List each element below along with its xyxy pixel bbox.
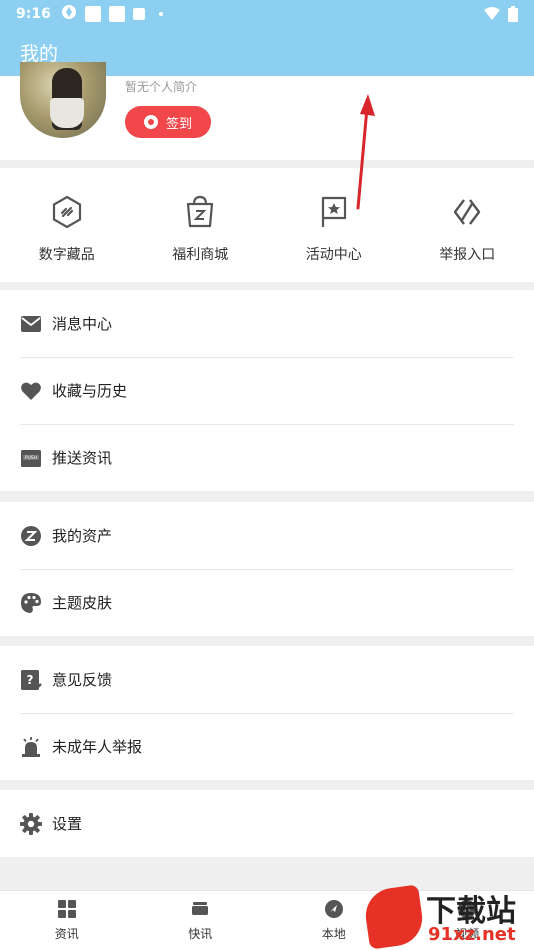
menu-item-label: 收藏与历史 <box>52 382 128 400</box>
heart-icon <box>21 382 41 400</box>
menu-group-settings: 设置 <box>0 790 534 857</box>
avatar[interactable] <box>20 62 106 138</box>
menu-item-label: 消息中心 <box>52 315 113 333</box>
feedback-icon: ? <box>21 669 42 690</box>
status-bar: 9:16 <box>0 0 534 28</box>
tab-flash[interactable]: 快讯 <box>134 891 268 950</box>
profile-card: 暂无个人简介 签到 <box>0 62 534 160</box>
bottom-tab-bar: 资讯 快讯 本地 视频 <box>0 890 534 950</box>
quick-action-shop[interactable]: 福利商城 <box>134 168 268 282</box>
quick-action-report[interactable]: 举报入口 <box>401 168 534 282</box>
z-coin-icon <box>21 525 41 546</box>
quick-action-label: 活动中心 <box>305 247 362 263</box>
digital-collection-icon <box>52 195 81 229</box>
play-icon <box>458 900 477 918</box>
tv-icon <box>192 902 209 915</box>
menu-item-favorites[interactable]: 收藏与历史 <box>0 357 534 424</box>
gear-icon <box>20 812 42 835</box>
menu-item-label: 意见反馈 <box>52 671 113 689</box>
menu-item-label: 设置 <box>52 815 83 833</box>
quick-action-label: 福利商城 <box>172 247 229 263</box>
mail-icon <box>21 315 41 332</box>
status-time: 9:16 <box>16 6 51 22</box>
battery-icon <box>508 6 518 22</box>
menu-item-label: 主题皮肤 <box>52 594 113 612</box>
notification-icon <box>84 6 101 22</box>
menu-item-assets[interactable]: 我的资产 <box>0 502 534 569</box>
shopping-bag-icon <box>187 195 214 228</box>
alarm-icon <box>22 736 40 757</box>
quick-action-label: 举报入口 <box>439 247 496 263</box>
menu-item-minor-report[interactable]: 未成年人举报 <box>0 713 534 780</box>
profile-bio[interactable]: 暂无个人简介 <box>125 78 197 95</box>
menu-group-assets: 我的资产 主题皮肤 <box>0 502 534 636</box>
menu-item-label: 我的资产 <box>52 527 113 545</box>
menu-item-theme[interactable]: 主题皮肤 <box>0 569 534 636</box>
menu-item-label: 未成年人举报 <box>52 738 143 756</box>
coin-icon <box>143 115 158 129</box>
palette-icon <box>21 592 41 613</box>
tab-label: 资讯 <box>54 927 79 941</box>
menu-item-push[interactable]: PUSH 推送资讯 <box>0 424 534 491</box>
notification-icon <box>132 8 145 20</box>
notification-icon <box>108 6 125 22</box>
menu-item-label: 推送资讯 <box>52 449 113 467</box>
signin-label: 签到 <box>165 116 192 132</box>
wifi-icon <box>484 7 500 20</box>
quick-action-activity[interactable]: 活动中心 <box>267 168 401 282</box>
more-notifications-icon <box>158 12 163 16</box>
menu-item-settings[interactable]: 设置 <box>0 790 534 857</box>
tab-label: 快讯 <box>188 927 213 941</box>
flag-star-icon <box>321 196 346 227</box>
tab-video[interactable]: 视频 <box>401 891 534 950</box>
signin-button[interactable]: 签到 <box>125 106 211 138</box>
report-icon <box>454 199 481 225</box>
compass-icon <box>324 900 343 918</box>
tab-news[interactable]: 资讯 <box>0 891 134 950</box>
sync-icon <box>61 4 77 24</box>
menu-item-feedback[interactable]: ? 意见反馈 <box>0 646 534 713</box>
grid-icon <box>57 900 76 918</box>
menu-group-main: 消息中心 收藏与历史 PUSH 推送资讯 <box>0 290 534 491</box>
avatar-dress <box>50 98 84 128</box>
quick-action-digital-collection[interactable]: 数字藏品 <box>0 168 134 282</box>
quick-action-label: 数字藏品 <box>38 247 95 263</box>
tab-label: 本地 <box>321 927 346 941</box>
menu-group-feedback: ? 意见反馈 未成年人举报 <box>0 646 534 780</box>
svg-text:PUSH: PUSH <box>25 455 37 461</box>
menu-item-messages[interactable]: 消息中心 <box>0 290 534 357</box>
svg-text:?: ? <box>27 673 34 687</box>
tab-local[interactable]: 本地 <box>267 891 401 950</box>
tab-label: 视频 <box>455 927 480 941</box>
push-icon: PUSH <box>21 449 41 467</box>
quick-actions: 数字藏品 福利商城 活动中心 举报入口 <box>0 168 534 282</box>
